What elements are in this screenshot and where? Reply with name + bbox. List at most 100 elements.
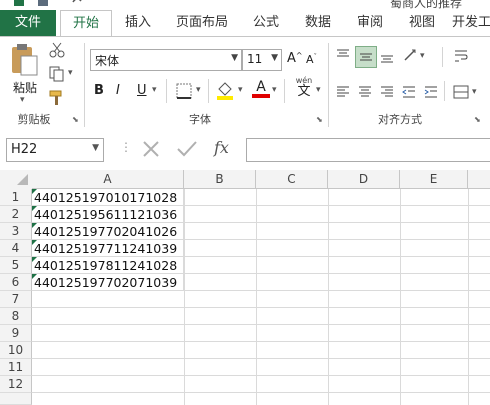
undo-icon[interactable] <box>72 0 82 6</box>
cell-a4[interactable]: 440125197711241039 <box>32 240 184 257</box>
font-color-dropdown-icon[interactable]: ▾ <box>272 85 277 95</box>
formula-input[interactable] <box>246 138 490 162</box>
underline-dropdown-icon[interactable]: ▾ <box>152 85 157 95</box>
column-header-d[interactable]: D <box>328 170 400 189</box>
underline-button[interactable]: U <box>137 83 147 98</box>
tab-page-layout[interactable]: 页面布局 <box>172 10 232 36</box>
tab-formulas[interactable]: 公式 <box>246 10 286 36</box>
fill-color-icon[interactable] <box>214 79 236 101</box>
tab-view[interactable]: 视图 <box>402 10 442 36</box>
row-header[interactable]: 5 <box>0 257 32 274</box>
column-header-c[interactable]: C <box>256 170 328 189</box>
row-header[interactable]: 10 <box>0 342 32 359</box>
row-header[interactable]: 1 <box>0 189 32 206</box>
error-indicator-icon[interactable] <box>32 257 37 262</box>
error-indicator-icon[interactable] <box>32 240 37 245</box>
border-icon[interactable] <box>174 81 194 101</box>
align-bottom-icon[interactable] <box>378 47 396 65</box>
copy-icon[interactable] <box>48 65 66 83</box>
error-indicator-icon[interactable] <box>32 189 37 194</box>
orientation-icon[interactable] <box>402 47 420 65</box>
cell-a2[interactable]: 440125195611121036 <box>32 206 184 223</box>
cut-icon[interactable] <box>48 41 66 59</box>
row-header[interactable]: 4 <box>0 240 32 257</box>
align-center-icon[interactable] <box>356 83 374 101</box>
row-header[interactable] <box>0 393 32 405</box>
tab-review[interactable]: 审阅 <box>350 10 390 36</box>
row-header[interactable]: 7 <box>0 291 32 308</box>
clipboard-launcher-icon[interactable]: ⬊ <box>72 115 80 124</box>
column-header-a[interactable]: A <box>32 170 184 189</box>
tab-file[interactable]: 文件 <box>0 10 56 36</box>
row-header[interactable]: 11 <box>0 359 32 376</box>
ribbon: 粘贴 ▾ ▾ 剪贴板 ⬊ 宋体 ▼ 11 ▼ A^ Aˇ B I U ▾ ▾ ▾… <box>0 36 490 132</box>
merge-dropdown-icon[interactable]: ▾ <box>472 87 477 97</box>
phonetic-button[interactable]: wén 文 <box>292 75 316 98</box>
italic-button[interactable]: I <box>116 83 120 98</box>
row-header[interactable]: 2 <box>0 206 32 223</box>
row-header[interactable]: 12 <box>0 376 32 393</box>
bold-button[interactable]: B <box>94 83 104 98</box>
grow-font-letter: A <box>287 51 296 66</box>
orientation-dropdown-icon[interactable]: ▾ <box>420 51 425 61</box>
alignment-launcher-icon[interactable]: ⬊ <box>474 115 482 124</box>
align-middle-icon[interactable] <box>355 46 377 68</box>
error-indicator-icon[interactable] <box>32 206 37 211</box>
column-header-b[interactable]: B <box>184 170 256 189</box>
insert-function-icon[interactable]: fx <box>214 138 229 157</box>
border-dropdown-icon[interactable]: ▾ <box>196 85 201 95</box>
phonetic-dropdown-icon[interactable]: ▾ <box>316 85 321 95</box>
cell-a5[interactable]: 440125197811241028 <box>32 257 184 274</box>
font-color-button[interactable]: A <box>252 79 270 98</box>
cancel-icon[interactable] <box>136 140 168 162</box>
align-left-icon[interactable] <box>334 83 352 101</box>
cell-value: 440125197702071039 <box>34 275 178 290</box>
enter-icon[interactable] <box>174 140 206 162</box>
font-size-value: 11 <box>247 52 263 66</box>
error-indicator-icon[interactable] <box>32 274 37 279</box>
align-top-icon[interactable] <box>334 47 352 65</box>
copy-dropdown-icon[interactable]: ▾ <box>68 68 73 78</box>
tab-home[interactable]: 开始 <box>60 10 112 38</box>
fill-color-dropdown-icon[interactable]: ▾ <box>238 85 243 95</box>
cell-a3[interactable]: 440125197702041026 <box>32 223 184 240</box>
cell-value: 440125197711241039 <box>34 241 178 256</box>
save-icon[interactable] <box>38 0 48 6</box>
select-all-corner[interactable] <box>0 170 33 190</box>
paste-label[interactable]: 粘贴 <box>8 79 42 96</box>
chevron-down-icon: ▼ <box>271 53 278 63</box>
align-right-icon[interactable] <box>378 83 396 101</box>
wrap-text-icon[interactable] <box>452 47 470 65</box>
cell-a1[interactable]: 440125197010171028 <box>32 189 184 206</box>
merge-center-icon[interactable] <box>452 83 470 101</box>
error-indicator-icon[interactable] <box>32 223 37 228</box>
row-header[interactable]: 6 <box>0 274 32 291</box>
divider <box>442 47 443 67</box>
caret-down-icon: ˇ <box>313 53 318 61</box>
cell-value: 440125195611121036 <box>34 207 178 222</box>
font-name-dropdown[interactable]: 宋体 ▼ <box>90 49 242 71</box>
font-launcher-icon[interactable]: ⬊ <box>316 115 324 124</box>
increase-indent-icon[interactable] <box>422 83 440 101</box>
row-header[interactable]: 9 <box>0 325 32 342</box>
paste-icon[interactable] <box>8 41 40 77</box>
more-options-icon[interactable]: ⋮ <box>120 140 132 154</box>
cell-a6[interactable]: 440125197702071039 <box>32 274 184 291</box>
decrease-indent-icon[interactable] <box>400 83 418 101</box>
group-separator <box>84 43 85 127</box>
row-header[interactable]: 3 <box>0 223 32 240</box>
excel-logo-icon <box>14 0 24 6</box>
tab-insert[interactable]: 插入 <box>118 10 158 36</box>
format-painter-icon[interactable] <box>48 89 66 107</box>
column-header-f[interactable] <box>468 170 490 189</box>
row-header[interactable]: 8 <box>0 308 32 325</box>
paste-dropdown-icon[interactable]: ▾ <box>20 95 25 105</box>
name-box[interactable]: H22 ▼ <box>6 138 104 162</box>
font-size-dropdown[interactable]: 11 ▼ <box>242 49 282 71</box>
tab-developer[interactable]: 开发工 <box>452 10 490 36</box>
tab-data[interactable]: 数据 <box>298 10 338 36</box>
shrink-font-button[interactable]: Aˇ <box>306 53 317 66</box>
chevron-down-icon[interactable]: ▼ <box>92 143 99 153</box>
grow-font-button[interactable]: A^ <box>287 51 303 66</box>
column-header-e[interactable]: E <box>400 170 468 189</box>
